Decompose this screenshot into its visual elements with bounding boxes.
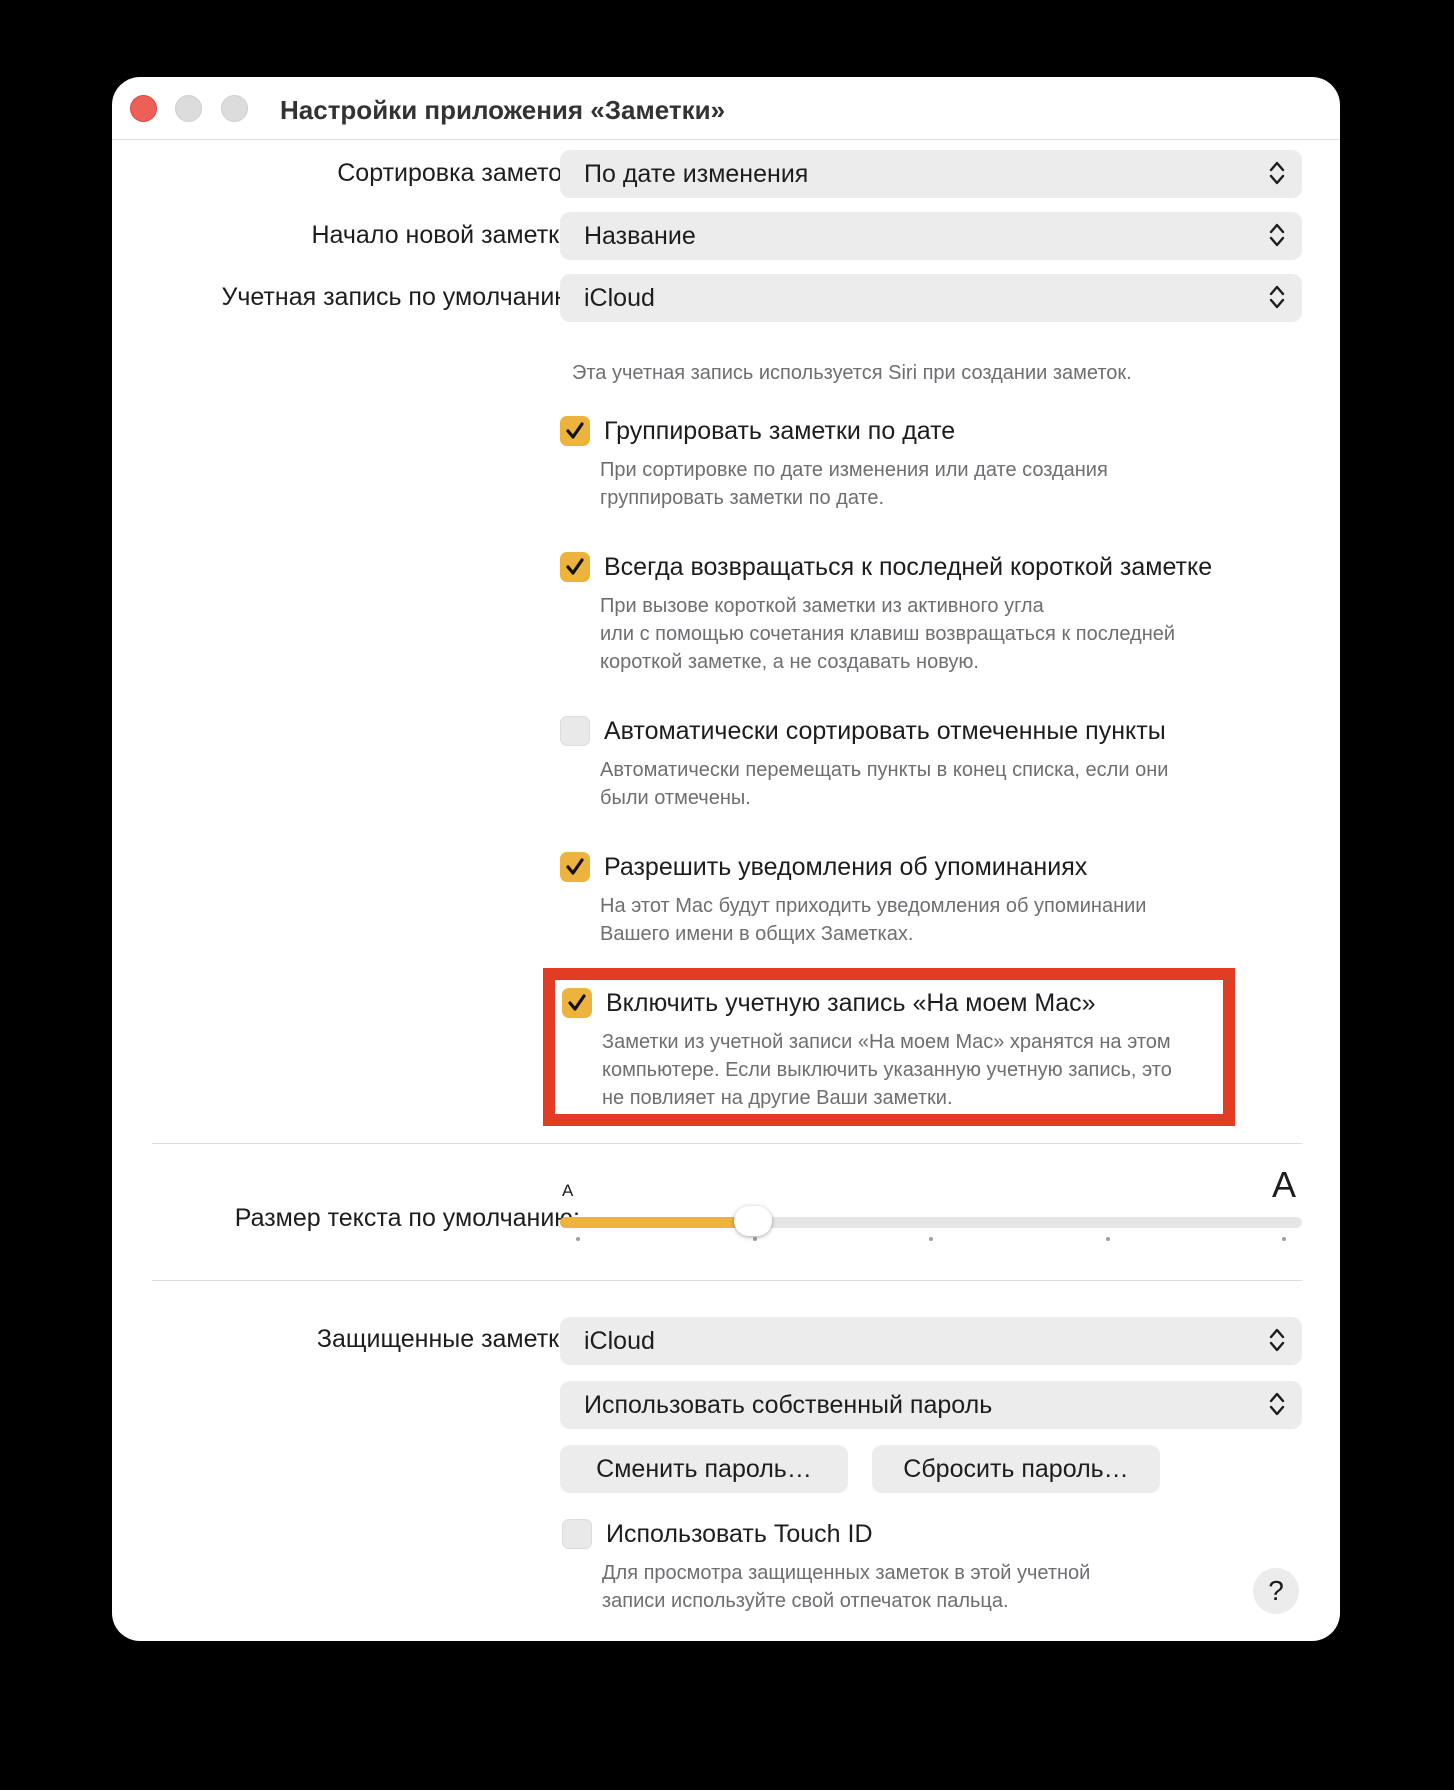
- reset-password-button[interactable]: Сбросить пароль…: [872, 1445, 1160, 1493]
- auto-sort-checked-description: Автоматически перемещать пункты в конец …: [600, 756, 1300, 812]
- return-to-quick-note-checkbox[interactable]: [560, 552, 590, 582]
- separator: [152, 1143, 1302, 1144]
- checkmark-icon: [566, 422, 584, 439]
- checkmark-icon: [566, 558, 584, 575]
- text-size-label: Размер текста по умолчанию:: [234, 1204, 580, 1232]
- sort-popup[interactable]: По дате изменения: [560, 150, 1302, 198]
- minimize-button[interactable]: [175, 95, 202, 122]
- change-password-button[interactable]: Сменить пароль…: [560, 1445, 848, 1493]
- large-text-glyph: A: [1272, 1164, 1297, 1205]
- touch-id-description: Для просмотра защищенных заметок в этой …: [602, 1559, 1302, 1615]
- mention-notifications-description: На этот Mac будут приходить уведомления …: [600, 892, 1300, 948]
- slider-tick: [929, 1237, 933, 1241]
- slider-knob[interactable]: [733, 1206, 772, 1236]
- default-account-hint: Эта учетная запись используется Siri при…: [572, 362, 1132, 384]
- return-to-quick-note-description: При вызове короткой заметки из активного…: [600, 592, 1300, 676]
- password-type-value: Использовать собственный пароль: [584, 1391, 993, 1419]
- group-by-date-description: При сортировке по дате изменения или дат…: [600, 456, 1300, 512]
- auto-sort-checked-label[interactable]: Автоматически сортировать отмеченные пун…: [604, 717, 1166, 746]
- description-line: Автоматически перемещать пункты в конец …: [600, 759, 1169, 781]
- description-line: короткой заметке, а не создавать новую.: [600, 651, 979, 673]
- locked-notes-label: Защищенные заметки:: [316, 1325, 580, 1353]
- description-line: Для просмотра защищенных заметок в этой …: [602, 1562, 1091, 1584]
- separator: [152, 1280, 1302, 1281]
- mention-notifications-checkbox[interactable]: [560, 852, 590, 882]
- locked-notes-account-popup[interactable]: iCloud: [560, 1317, 1302, 1365]
- new-note-start-label: Начало новой заметки:: [311, 221, 580, 249]
- chevron-updown-icon: [1269, 1392, 1285, 1416]
- default-account-popup[interactable]: iCloud: [560, 274, 1302, 322]
- slider-tick: [576, 1237, 580, 1241]
- close-button[interactable]: [130, 95, 157, 122]
- description-line: были отмечены.: [600, 787, 751, 809]
- preferences-window: Настройки приложения «Заметки» Сортировк…: [112, 77, 1340, 1641]
- title-bar: Настройки приложения «Заметки»: [112, 77, 1340, 140]
- chevron-updown-icon: [1269, 285, 1285, 309]
- auto-sort-checked-checkbox[interactable]: [560, 716, 590, 746]
- slider-fill: [560, 1217, 753, 1228]
- chevron-updown-icon: [1269, 161, 1285, 185]
- checkmark-icon: [566, 858, 584, 875]
- return-to-quick-note-label[interactable]: Всегда возвращаться к последней короткой…: [604, 553, 1212, 582]
- help-button[interactable]: ?: [1253, 1568, 1299, 1614]
- description-line: или с помощью сочетания клавиш возвращат…: [600, 623, 1176, 645]
- touch-id-label[interactable]: Использовать Touch ID: [606, 1520, 873, 1549]
- new-note-start-popup[interactable]: Название: [560, 212, 1302, 260]
- touch-id-checkbox[interactable]: [562, 1519, 592, 1549]
- description-line: При сортировке по дате изменения или дат…: [600, 459, 1108, 481]
- mention-notifications-label[interactable]: Разрешить уведомления об упоминаниях: [604, 853, 1087, 882]
- description-line: Вашего имени в общих Заметках.: [600, 923, 914, 945]
- sort-label: Сортировка заметок:: [337, 159, 580, 187]
- small-text-glyph: A: [562, 1181, 574, 1200]
- highlight-box: [543, 968, 1235, 1126]
- description-line: На этот Mac будут приходить уведомления …: [600, 895, 1147, 917]
- default-account-label: Учетная запись по умолчанию:: [221, 283, 580, 311]
- description-line: записи используйте свой отпечаток пальца…: [602, 1590, 1009, 1612]
- chevron-updown-icon: [1269, 1328, 1285, 1352]
- zoom-button[interactable]: [221, 95, 248, 122]
- text-size-slider[interactable]: [560, 1217, 1302, 1228]
- description-line: При вызове короткой заметки из активного…: [600, 595, 1044, 617]
- window-title: Настройки приложения «Заметки»: [280, 95, 726, 125]
- group-by-date-label[interactable]: Группировать заметки по дате: [604, 417, 955, 446]
- slider-tick: [1105, 1237, 1110, 1241]
- new-note-start-value: Название: [584, 222, 696, 250]
- chevron-updown-icon: [1269, 223, 1285, 247]
- sort-value: По дате изменения: [584, 160, 809, 188]
- group-by-date-checkbox[interactable]: [560, 416, 590, 446]
- slider-tick: [1282, 1237, 1286, 1241]
- default-account-value: iCloud: [584, 284, 655, 312]
- slider-tick: [752, 1237, 757, 1241]
- locked-notes-account-value: iCloud: [584, 1327, 655, 1355]
- password-type-popup[interactable]: Использовать собственный пароль: [560, 1381, 1302, 1429]
- description-line: группировать заметки по дате.: [600, 487, 885, 509]
